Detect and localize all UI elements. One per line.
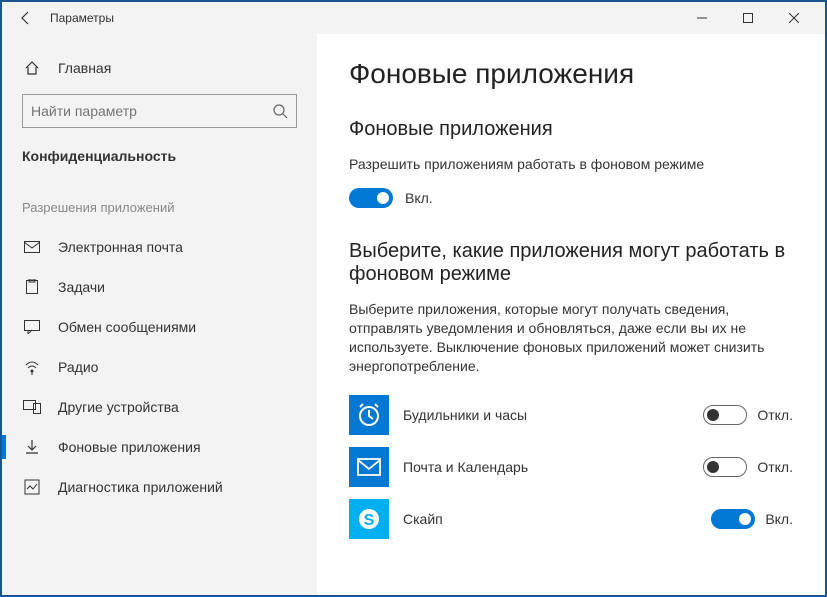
app-icon-skype: S (349, 499, 389, 539)
sidebar-item-label: Радио (58, 359, 98, 375)
sidebar-item-messaging[interactable]: Обмен сообщениями (2, 307, 317, 347)
home-link[interactable]: Главная (2, 50, 317, 94)
sidebar: Главная Конфиденциальность Разрешения пр… (2, 34, 317, 595)
search-icon (272, 103, 288, 119)
home-label: Главная (58, 60, 111, 76)
devices-icon (22, 397, 42, 417)
master-toggle[interactable] (349, 188, 393, 208)
sidebar-item-label: Электронная почта (58, 239, 183, 255)
app-name: Почта и Календарь (403, 459, 703, 475)
window-title: Параметры (42, 11, 114, 25)
download-icon (22, 437, 42, 457)
app-toggle-label: Вкл. (765, 511, 793, 527)
back-button[interactable] (10, 2, 42, 34)
home-icon (22, 58, 42, 78)
app-row-alarms: Будильники и часы Откл. (349, 389, 793, 441)
sidebar-item-diagnostics[interactable]: Диагностика приложений (2, 467, 317, 507)
master-toggle-label: Вкл. (405, 190, 433, 206)
sidebar-item-label: Другие устройства (58, 399, 179, 415)
search-box[interactable] (22, 94, 297, 128)
sidebar-item-other-devices[interactable]: Другие устройства (2, 387, 317, 427)
section1-title: Фоновые приложения (349, 118, 793, 141)
app-toggle-label: Откл. (757, 407, 793, 423)
section2-title: Выберите, какие приложения могут работат… (349, 240, 793, 286)
sidebar-item-email[interactable]: Электронная почта (2, 227, 317, 267)
radio-icon (22, 357, 42, 377)
sidebar-item-label: Фоновые приложения (58, 439, 201, 455)
app-toggle-mail[interactable] (703, 457, 747, 477)
maximize-button[interactable] (725, 2, 771, 34)
app-toggle-skype[interactable] (711, 509, 755, 529)
group-label: Разрешения приложений (2, 184, 317, 227)
page-title: Фоновые приложения (349, 58, 793, 90)
svg-text:S: S (364, 512, 375, 529)
main-panel: Фоновые приложения Фоновые приложения Ра… (317, 34, 825, 595)
sidebar-item-label: Диагностика приложений (58, 479, 223, 495)
chat-icon (22, 317, 42, 337)
sidebar-item-label: Задачи (58, 279, 105, 295)
sidebar-item-tasks[interactable]: Задачи (2, 267, 317, 307)
mail-icon (22, 237, 42, 257)
close-button[interactable] (771, 2, 817, 34)
minimize-button[interactable] (679, 2, 725, 34)
diagnostics-icon (22, 477, 42, 497)
tasks-icon (22, 277, 42, 297)
section1-desc: Разрешить приложениям работать в фоновом… (349, 155, 793, 174)
app-row-skype: S Скайп Вкл. (349, 493, 793, 545)
arrow-left-icon (19, 11, 33, 25)
minimize-icon (697, 13, 707, 23)
sidebar-item-radio[interactable]: Радио (2, 347, 317, 387)
sidebar-item-background-apps[interactable]: Фоновые приложения (2, 427, 317, 467)
app-icon-mail (349, 447, 389, 487)
close-icon (789, 13, 799, 23)
app-icon-alarms (349, 395, 389, 435)
app-name: Скайп (403, 511, 711, 527)
section2-desc: Выберите приложения, которые могут получ… (349, 300, 793, 376)
search-input[interactable] (31, 103, 272, 119)
app-name: Будильники и часы (403, 407, 703, 423)
sidebar-item-label: Обмен сообщениями (58, 319, 196, 335)
app-toggle-alarms[interactable] (703, 405, 747, 425)
app-row-mail: Почта и Календарь Откл. (349, 441, 793, 493)
section-title: Конфиденциальность (2, 148, 317, 184)
maximize-icon (743, 13, 753, 23)
app-toggle-label: Откл. (757, 459, 793, 475)
